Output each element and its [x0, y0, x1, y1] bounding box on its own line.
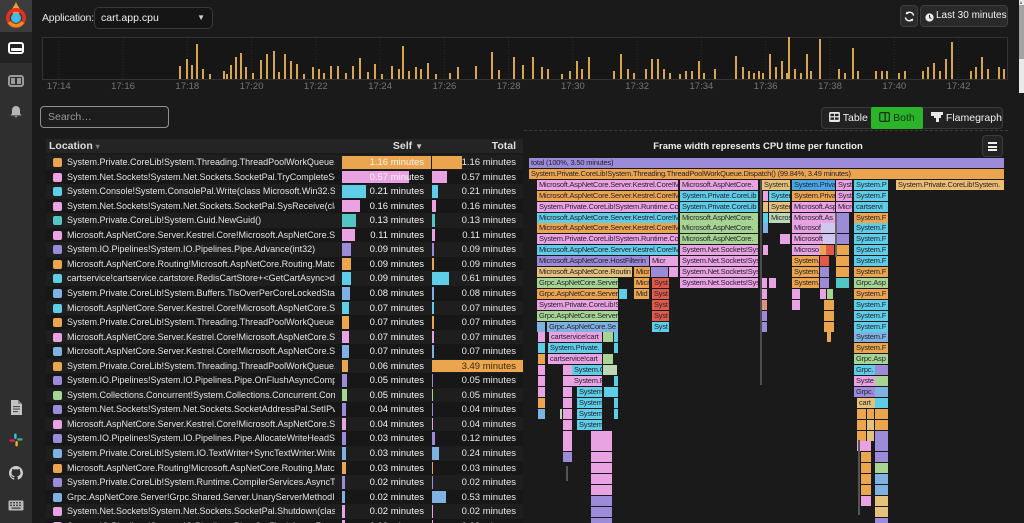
svg-text:17:36: 17:36: [754, 81, 778, 92]
svg-text:17:22: 17:22: [304, 81, 328, 92]
svg-text:17:30: 17:30: [561, 81, 585, 92]
svg-text:17:16: 17:16: [111, 81, 135, 92]
svg-text:17:40: 17:40: [882, 81, 906, 92]
svg-text:17:14: 17:14: [47, 81, 71, 92]
svg-text:17:20: 17:20: [240, 81, 264, 92]
svg-text:17:26: 17:26: [433, 81, 457, 92]
svg-text:17:34: 17:34: [690, 81, 714, 92]
svg-text:17:32: 17:32: [625, 81, 649, 92]
svg-text:17:24: 17:24: [368, 81, 392, 92]
svg-text:17:18: 17:18: [175, 81, 199, 92]
svg-text:17:42: 17:42: [947, 81, 971, 92]
svg-text:17:28: 17:28: [497, 81, 521, 92]
svg-text:17:38: 17:38: [818, 81, 842, 92]
